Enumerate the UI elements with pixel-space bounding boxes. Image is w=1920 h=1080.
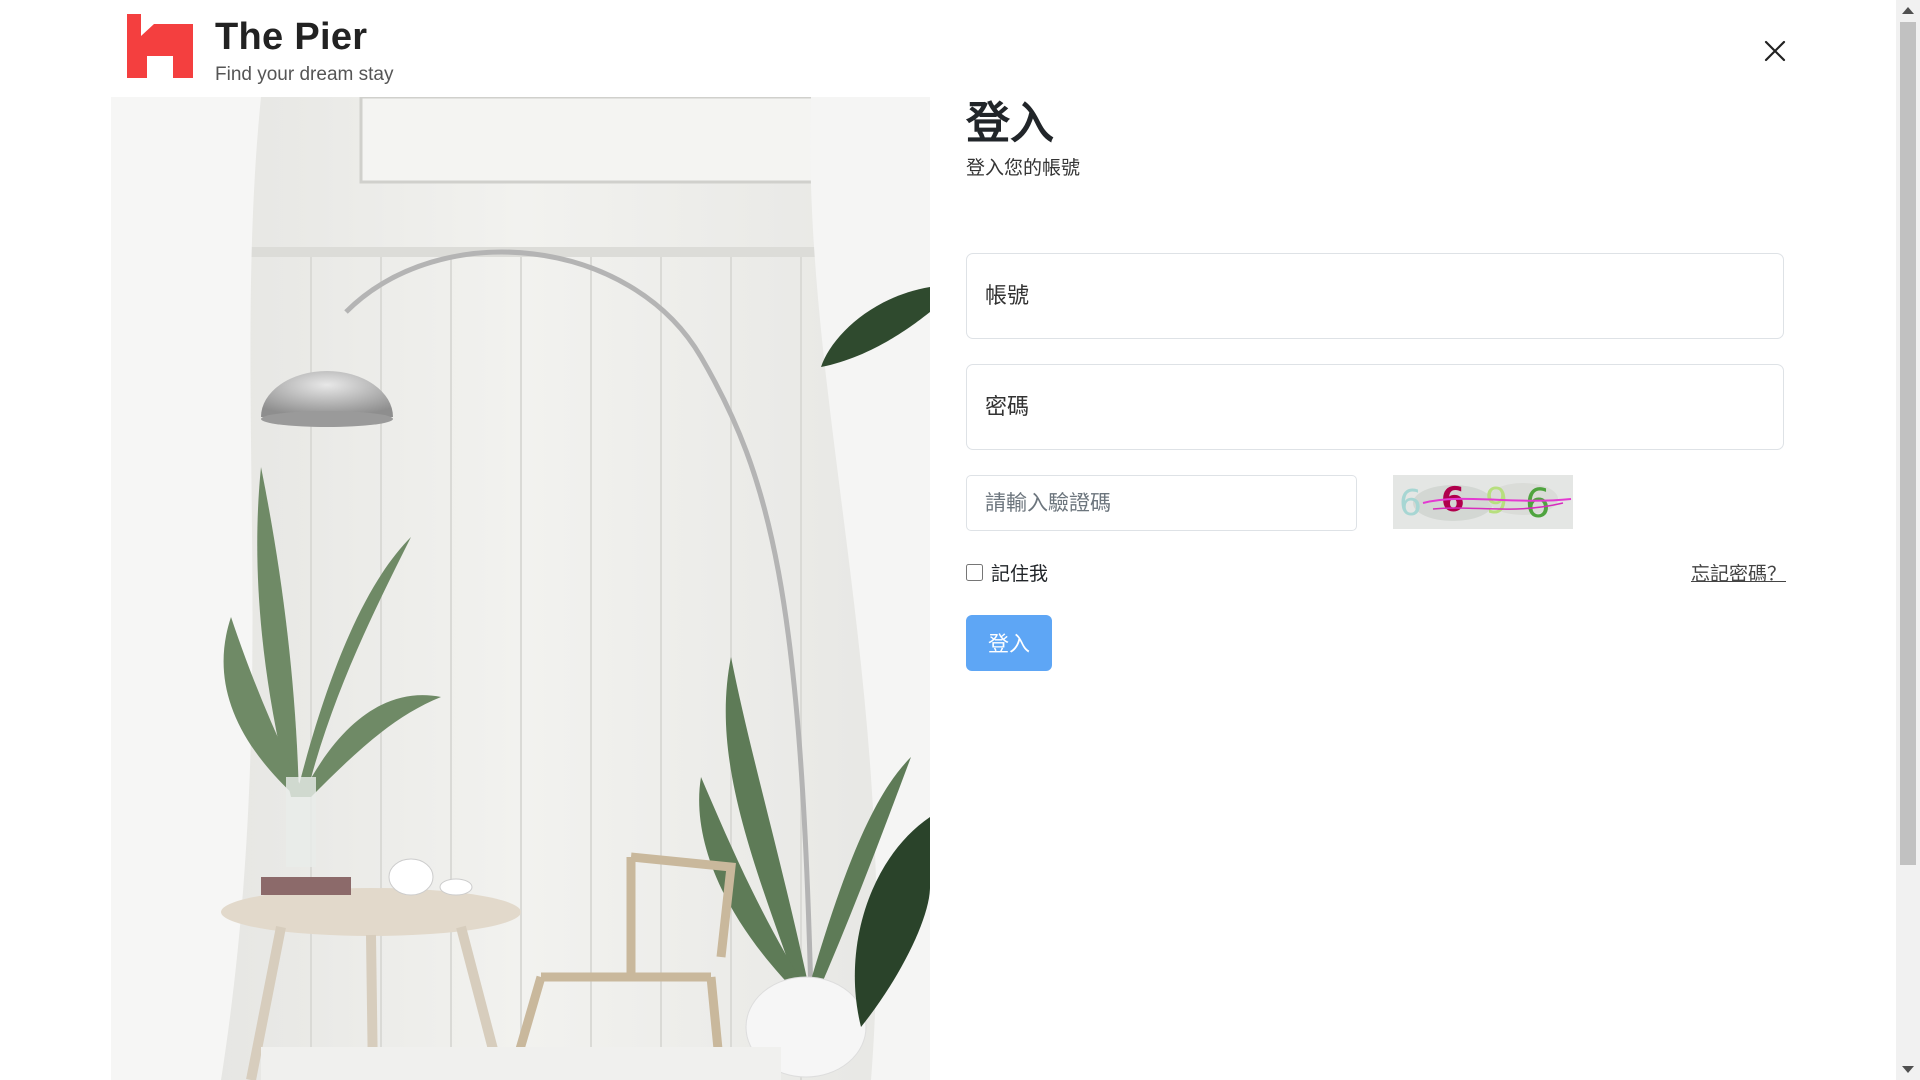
house-logo-icon[interactable] xyxy=(127,14,193,78)
forgot-password-link[interactable]: 忘記密碼？ xyxy=(1691,559,1786,586)
brand-name[interactable]: The Pier xyxy=(215,16,367,59)
remember-me[interactable]: 記住我 xyxy=(966,559,1048,586)
close-icon[interactable] xyxy=(1760,36,1790,66)
scroll-down-arrow-icon[interactable] xyxy=(1902,1066,1914,1073)
captcha-image[interactable]: 6 6 9 6 xyxy=(1393,475,1573,529)
svg-text:6: 6 xyxy=(1525,481,1550,527)
svg-text:9: 9 xyxy=(1485,481,1508,522)
remember-checkbox[interactable] xyxy=(966,564,983,581)
account-input[interactable] xyxy=(966,253,1784,339)
remember-label: 記住我 xyxy=(991,563,1049,585)
page-title: 登入 xyxy=(966,98,1054,149)
svg-text:6: 6 xyxy=(1399,483,1422,524)
scroll-up-arrow-icon[interactable] xyxy=(1902,7,1914,14)
vertical-scrollbar[interactable] xyxy=(1896,0,1920,1080)
password-input[interactable] xyxy=(966,364,1784,450)
login-button[interactable]: 登入 xyxy=(966,615,1052,671)
room-photo xyxy=(111,97,930,1080)
header: The Pier Find your dream stay xyxy=(0,0,1896,97)
captcha-input[interactable] xyxy=(966,475,1357,531)
scrollbar-thumb[interactable] xyxy=(1900,22,1916,865)
page-subtitle: 登入您的帳號 xyxy=(966,157,1081,179)
brand-tagline: Find your dream stay xyxy=(215,64,394,85)
